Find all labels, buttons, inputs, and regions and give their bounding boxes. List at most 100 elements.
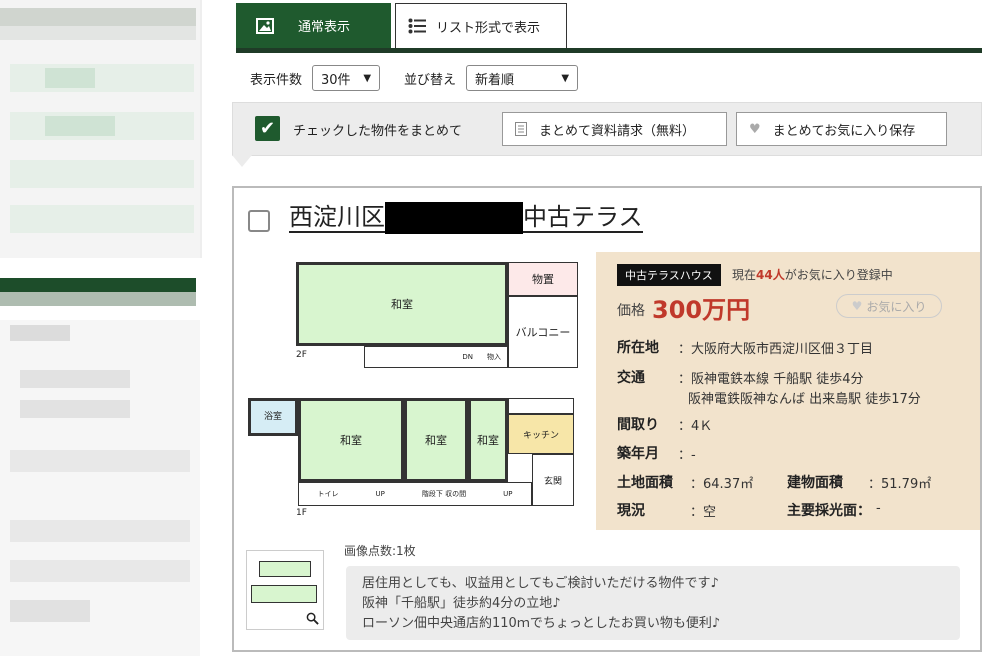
sort-select-value: 新着順 bbox=[475, 72, 515, 88]
fp-room-genkan: 玄関 bbox=[532, 454, 574, 506]
light-label: 主要採光面： bbox=[787, 503, 871, 519]
view-tabs: 通常表示 リスト形式で表示 bbox=[236, 3, 982, 53]
heart-icon: ♥ bbox=[851, 299, 863, 313]
fp-label: 階段下 収の間 bbox=[421, 490, 467, 498]
fp-room-balcony: バルコニー bbox=[508, 296, 578, 368]
property-description: 居住用としても、収益用としてもご検討いただける物件です♪ 阪神「千船駅」徒歩約4… bbox=[346, 566, 960, 640]
redacted-block bbox=[385, 202, 523, 234]
image-icon bbox=[256, 17, 274, 34]
magnifier-icon bbox=[306, 612, 319, 625]
left-sidebar-blurred bbox=[0, 0, 203, 656]
fp-label-1f: 1F bbox=[296, 508, 307, 518]
layout-value: ：4Ｋ bbox=[678, 419, 713, 434]
built-value: ：- bbox=[678, 448, 696, 463]
property-card: 西淀川区 中古テラス 和室 物置 バルコニー DN 物入 2F 浴室 和室 和室… bbox=[232, 186, 982, 652]
fp-stairs-1f: トイレ UP 階段下 収の間 UP bbox=[298, 482, 532, 506]
fp-label: キッチン bbox=[522, 430, 559, 441]
property-type-badge: 中古テラスハウス bbox=[617, 264, 721, 286]
built-label: 築年月 bbox=[617, 446, 659, 462]
tab-list-label: リスト形式で表示 bbox=[436, 20, 541, 36]
list-icon bbox=[408, 18, 426, 34]
fp-label: 和室 bbox=[425, 434, 447, 447]
favorite-button[interactable]: ♥ お気に入り bbox=[836, 294, 942, 318]
favorite-suffix: がお気に入り登録中 bbox=[784, 268, 893, 282]
batch-label: チェックした物件をまとめて bbox=[293, 124, 463, 139]
floor-plan[interactable]: 和室 物置 バルコニー DN 物入 2F 浴室 和室 和室 和室 キッチン 玄関… bbox=[246, 258, 588, 520]
favorite-count-text: 現在44人がお気に入り登録中 bbox=[732, 266, 893, 283]
fp-room-washitsu-3: 和室 bbox=[468, 398, 508, 482]
tab-underline bbox=[236, 48, 982, 53]
address-value: ：大阪府大阪市西淀川区佃３丁目 bbox=[678, 342, 874, 357]
property-title[interactable]: 西淀川区 中古テラス bbox=[289, 202, 643, 234]
count-select-value: 30件 bbox=[321, 72, 351, 88]
sort-label: 並び替え bbox=[404, 72, 457, 88]
caret-down-icon: ▼ bbox=[561, 72, 570, 84]
document-icon bbox=[515, 122, 527, 136]
fp-room-sink bbox=[508, 398, 574, 414]
description-line: 阪神「千船駅」徒歩約4分の立地♪ bbox=[362, 596, 561, 611]
fp-label: トイレ bbox=[317, 490, 339, 498]
price-value: 300万円 bbox=[652, 296, 751, 324]
fp-room-monooki: 物置 bbox=[508, 262, 578, 296]
count-label: 表示件数 bbox=[250, 72, 303, 88]
floor-plan-1f: 浴室 和室 和室 和室 キッチン 玄関 トイレ UP 階段下 収の間 UP 1F bbox=[248, 398, 578, 520]
fp-room-kitchen: キッチン bbox=[508, 414, 574, 454]
fp-room-washitsu-2: 和室 bbox=[404, 398, 468, 482]
address-label: 所在地 bbox=[617, 340, 659, 356]
fp-label-2f: 2F bbox=[296, 350, 307, 360]
fp-label: 和室 bbox=[340, 434, 362, 447]
favorite-prefix: 現在 bbox=[732, 268, 757, 282]
fp-label: UP bbox=[503, 490, 513, 498]
access-value-1: ：阪神電鉄本線 千船駅 徒歩4分 bbox=[678, 372, 864, 387]
thumb-1f bbox=[251, 585, 317, 603]
fp-room-washitsu-1: 和室 bbox=[298, 398, 404, 482]
title-prefix: 西淀川区 bbox=[289, 203, 385, 233]
batch-favorite-button[interactable]: ♥ まとめてお気に入り保存 bbox=[736, 112, 947, 146]
fp-label: UP bbox=[375, 490, 385, 498]
fp-label: DN bbox=[462, 353, 473, 361]
fp-room-bath: 浴室 bbox=[248, 398, 298, 436]
title-suffix: 中古テラス bbox=[523, 203, 643, 233]
price-label: 価格 bbox=[617, 303, 645, 319]
access-value-2: 阪神電鉄阪神なんば 出来島駅 徒歩17分 bbox=[688, 392, 921, 407]
tab-normal-view[interactable]: 通常表示 bbox=[236, 3, 391, 48]
property-info-panel: 中古テラスハウス 現在44人がお気に入り登録中 価格 300万円 ♥ お気に入り… bbox=[596, 252, 980, 530]
list-controls: 表示件数 30件 ▼ 並び替え 新着順 ▼ bbox=[250, 62, 579, 94]
fp-label: 物置 bbox=[532, 273, 554, 286]
status-label: 現況 bbox=[617, 503, 645, 519]
heart-icon: ♥ bbox=[749, 121, 761, 137]
access-label: 交通 bbox=[617, 370, 645, 386]
checkmark-icon: ✔ bbox=[259, 118, 276, 139]
property-checkbox[interactable] bbox=[248, 210, 270, 232]
favorite-button-label: お気に入り bbox=[866, 299, 927, 314]
layout-label: 間取り bbox=[617, 417, 659, 433]
batch-request-label: まとめて資料請求（無料） bbox=[539, 123, 696, 139]
floor-plan-2f: 和室 物置 バルコニー DN 物入 2F bbox=[296, 262, 578, 374]
description-line: ローソン佃中央通店約110ｍでちょっとしたお買い物も便利♪ bbox=[362, 616, 721, 631]
fp-label: 浴室 bbox=[263, 412, 282, 422]
count-select[interactable]: 30件 ▼ bbox=[312, 65, 381, 91]
select-all-checkbox[interactable]: ✔ bbox=[255, 116, 280, 141]
description-line: 居住用としても、収益用としてもご検討いただける物件です♪ bbox=[362, 576, 719, 591]
fp-label: 物入 bbox=[487, 353, 501, 361]
building-area-value: ：51.79㎡ bbox=[868, 477, 932, 492]
favorite-count: 44人 bbox=[756, 268, 785, 282]
building-area-label: 建物面積 bbox=[787, 475, 843, 491]
batch-favorite-label: まとめてお気に入り保存 bbox=[772, 123, 916, 139]
tab-list-view[interactable]: リスト形式で表示 bbox=[395, 3, 567, 48]
land-area-value: ：64.37㎡ bbox=[690, 477, 754, 492]
sort-select[interactable]: 新着順 ▼ bbox=[466, 65, 579, 91]
batch-request-button[interactable]: まとめて資料請求（無料） bbox=[502, 112, 727, 146]
fp-label: バルコニー bbox=[515, 326, 571, 339]
caret-down-icon: ▼ bbox=[363, 72, 372, 84]
floorplan-thumbnail[interactable] bbox=[246, 550, 324, 630]
light-value: - bbox=[876, 501, 881, 516]
land-area-label: 土地面積 bbox=[617, 475, 673, 491]
fp-room-washitsu-2f: 和室 bbox=[296, 262, 508, 346]
batch-action-bar: ✔ チェックした物件をまとめて まとめて資料請求（無料） ♥ まとめてお気に入り… bbox=[232, 102, 982, 156]
image-count: 画像点数:1枚 bbox=[344, 544, 416, 558]
tab-normal-label: 通常表示 bbox=[298, 20, 351, 35]
batch-bar-pointer bbox=[232, 155, 252, 167]
fp-label: 玄関 bbox=[543, 476, 562, 487]
thumb-2f bbox=[259, 561, 311, 577]
